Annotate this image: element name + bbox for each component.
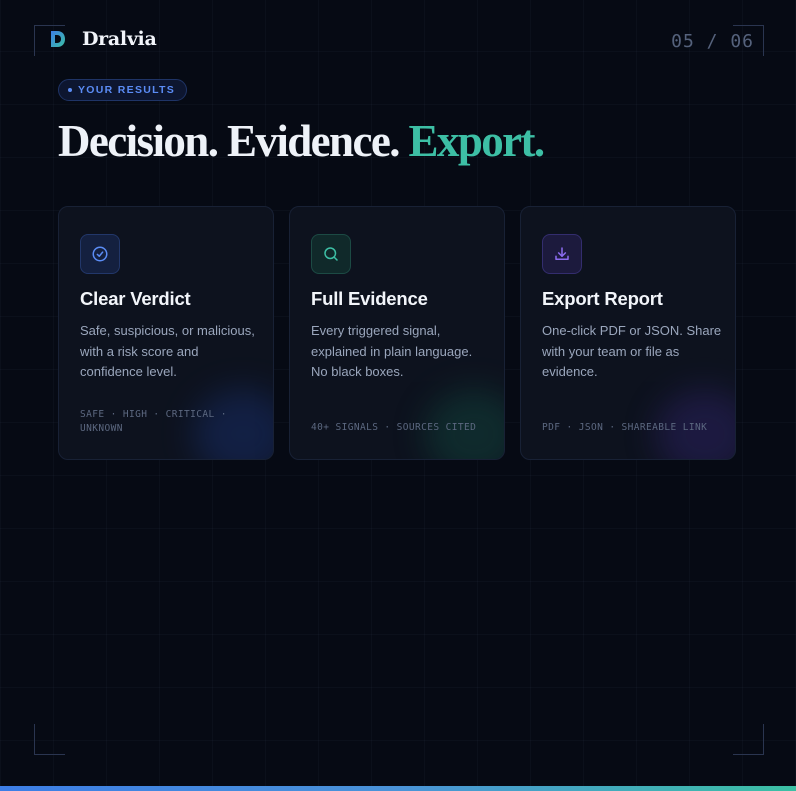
card-tags: 40+ SIGNALS · SOURCES CITED [311, 422, 477, 433]
card-title: Full Evidence [311, 288, 428, 309]
headline-decision: Decision. [58, 116, 219, 166]
brand-name: Dralvia [82, 28, 157, 50]
headline-export: Export. [408, 116, 546, 166]
card-export-report: Export Report One-click PDF or JSON. Sha… [520, 206, 736, 460]
d-logo-icon [51, 31, 65, 47]
frame-corner-bottom-right [733, 724, 764, 755]
card-tags: PDF · JSON · SHAREABLE LINK [542, 422, 708, 433]
card-full-evidence: Full Evidence Every triggered signal, ex… [289, 206, 505, 460]
download-icon [542, 234, 582, 274]
badge-dot-icon [68, 88, 72, 92]
page-counter: 05 / 06 [671, 31, 754, 52]
card-clear-verdict: Clear Verdict Safe, suspicious, or malic… [58, 206, 274, 460]
badge-label: YOUR RESULTS [78, 84, 176, 96]
frame-corner-bottom-left [34, 724, 65, 755]
page-headline: Decision. Evidence. Export. [58, 116, 546, 166]
card-description: Safe, suspicious, or malicious, with a r… [80, 323, 255, 379]
feature-cards: Clear Verdict Safe, suspicious, or malic… [58, 206, 736, 460]
card-tags: SAFE · HIGH · CRITICAL · UNKNOWN [80, 409, 227, 434]
card-title: Export Report [542, 288, 663, 309]
section-badge: YOUR RESULTS [58, 79, 188, 101]
check-circle-icon [80, 234, 120, 274]
card-description: Every triggered signal, explained in pla… [311, 323, 473, 379]
brand: Dralvia [48, 28, 157, 50]
bottom-accent-bar [0, 786, 796, 791]
search-icon [311, 234, 351, 274]
card-description: One-click PDF or JSON. Share with your t… [542, 323, 722, 379]
headline-evidence: Evidence. [227, 116, 400, 166]
card-title: Clear Verdict [80, 288, 191, 309]
